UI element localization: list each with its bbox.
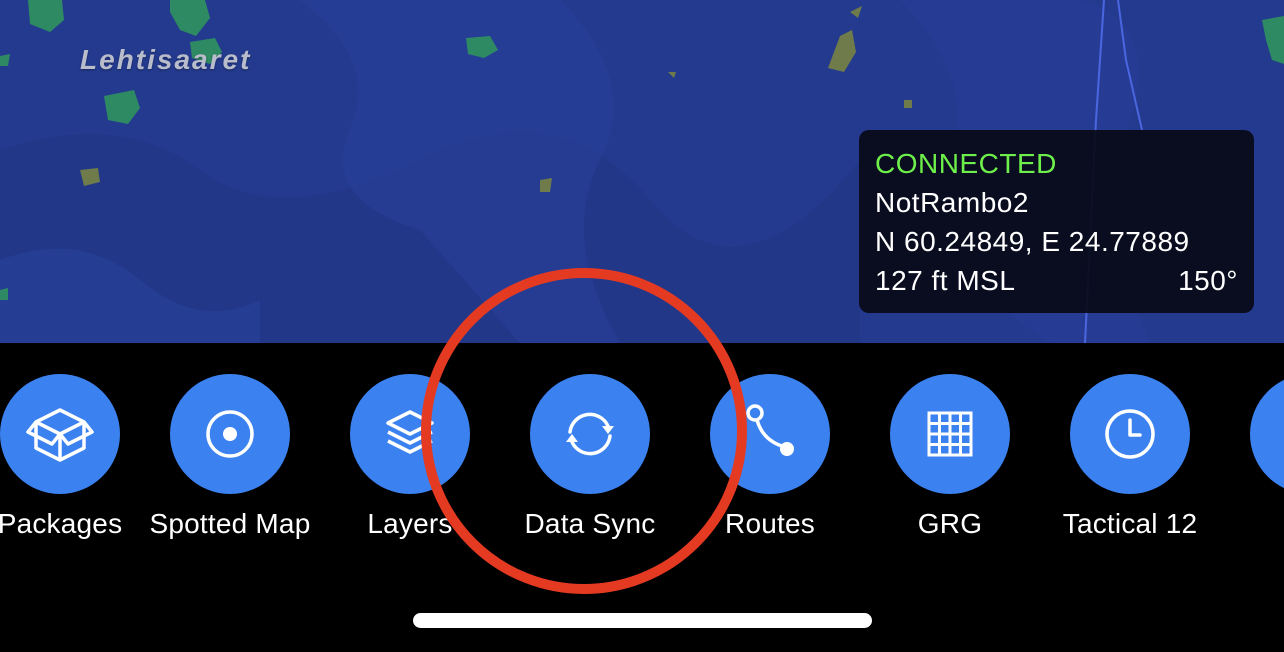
partial-tool-button[interactable] — [1250, 374, 1284, 494]
target-icon — [206, 410, 254, 458]
clock-icon — [1105, 409, 1155, 459]
box-icon — [26, 408, 94, 462]
device-name: NotRambo2 — [875, 187, 1029, 218]
connection-status-panel: CONNECTED NotRambo2 N 60.24849, E 24.778… — [859, 130, 1254, 313]
spotted-map-button[interactable] — [170, 374, 290, 494]
highlight-annotation-ring — [421, 268, 747, 594]
tool-tactical-12[interactable]: Tactical 12 — [1040, 374, 1220, 554]
tool-grg[interactable]: GRG — [860, 374, 1040, 554]
grid-icon — [927, 411, 973, 457]
map-place-label: Lehtisaaret — [80, 44, 252, 75]
heading-readout: 150° — [1178, 265, 1238, 296]
tool-label-partial: Ar — [1200, 508, 1284, 540]
tool-partial[interactable]: Ar — [1220, 374, 1284, 554]
home-indicator[interactable] — [413, 613, 872, 628]
coordinates-readout: N 60.24849, E 24.77889 — [875, 226, 1190, 257]
altitude-readout: 127 ft MSL — [875, 265, 1016, 296]
tool-spotted-map[interactable]: Spotted Map — [140, 374, 320, 554]
packages-button[interactable] — [0, 374, 120, 494]
altitude-heading-row: 127 ft MSL 150° — [875, 261, 1238, 300]
tactical-12-button[interactable] — [1070, 374, 1190, 494]
connection-status: CONNECTED — [875, 148, 1057, 179]
grg-button[interactable] — [890, 374, 1010, 494]
